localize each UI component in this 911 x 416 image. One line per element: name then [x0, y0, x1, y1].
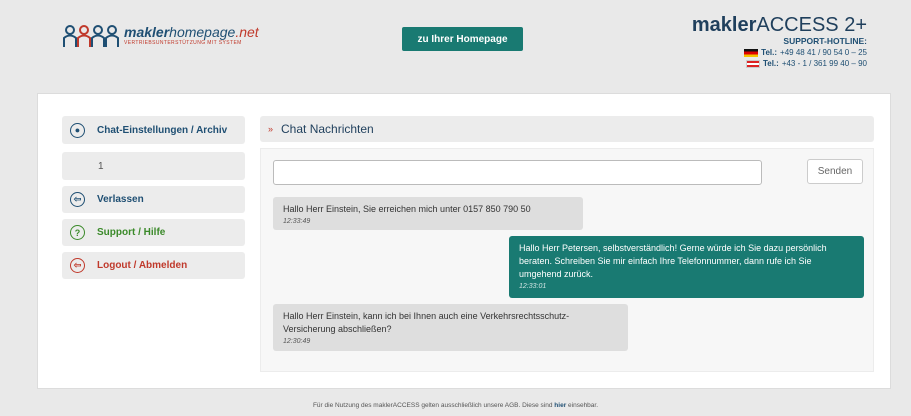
logo-people-icon	[63, 25, 119, 47]
message-incoming: Hallo Herr Einstein, Sie erreichen mich …	[273, 197, 583, 230]
logo-name: maklerhomepage.net	[124, 25, 259, 40]
chat-counter: 1	[62, 152, 245, 180]
logo-name-tld: .net	[235, 24, 259, 40]
tel-austria: Tel.: +43 - 1 / 361 99 40 – 90	[692, 58, 867, 69]
message-text: Hallo Herr Einstein, kann ich bei Ihnen …	[283, 311, 570, 334]
footer-notice: Für die Nutzung des maklerACCESS gelten …	[0, 402, 911, 409]
header: maklerhomepage.net VERTRIEBSUNTERSTÜTZUN…	[0, 0, 911, 86]
chat-counter-value: 1	[98, 160, 104, 172]
chat-area: Senden Hallo Herr Einstein, Sie erreiche…	[260, 148, 874, 372]
brand-title-bold: makler	[691, 14, 757, 36]
chat-header: » Chat Nachrichten	[260, 116, 874, 142]
tel-label-de: Tel.:	[761, 48, 778, 57]
footer-text-before: Für die Nutzung des maklerACCESS gelten …	[312, 402, 555, 409]
send-button[interactable]: Senden	[807, 159, 863, 184]
support-hotline-label: SUPPORT-HOTLINE:	[783, 36, 867, 46]
logo-tagline: VERTRIEBSUNTERSTÜTZUNG MIT SYSTEM	[124, 40, 242, 46]
brand-block: maklerACCESS 2+ SUPPORT-HOTLINE: Tel.: +…	[692, 14, 867, 69]
tel-number-de[interactable]: +49 48 41 / 90 54 0 – 25	[780, 47, 867, 58]
double-arrow-icon: »	[268, 124, 274, 134]
message-text: Hallo Herr Petersen, selbstverständlich!…	[519, 243, 827, 279]
sidebar-item-label: Logout / Abmelden	[97, 260, 188, 271]
logo-text: maklerhomepage.net VERTRIEBSUNTERSTÜTZUN…	[124, 25, 259, 47]
main-panel: ● Chat-Einstellungen / Archiv 1 ⇦ Verlas…	[37, 93, 891, 389]
sidebar-item-support[interactable]: ? Support / Hilfe	[62, 219, 245, 246]
chat-settings-label: Chat-Einstellungen / Archiv	[97, 124, 228, 136]
logo[interactable]: maklerhomepage.net VERTRIEBSUNTERSTÜTZUN…	[62, 24, 259, 48]
brand-title-rest: ACCESS 2+	[756, 14, 867, 36]
logo-name-rest: homepage	[169, 24, 236, 40]
homepage-button[interactable]: zu Ihrer Homepage	[402, 27, 523, 51]
sidebar-item-label: Support / Hilfe	[97, 227, 166, 238]
tel-number-at[interactable]: +43 - 1 / 361 99 40 – 90	[782, 58, 867, 69]
chat-bubbles-icon: ●	[70, 122, 85, 138]
help-icon: ?	[70, 225, 85, 240]
logo-name-bold: makler	[124, 24, 170, 40]
brand-title: maklerACCESS 2+	[692, 14, 867, 36]
chat-title: Chat Nachrichten	[281, 122, 374, 136]
message-incoming: Hallo Herr Einstein, kann ich bei Ihnen …	[273, 304, 628, 351]
agb-link[interactable]: hier	[554, 402, 566, 409]
message-time: 12:33:01	[519, 283, 547, 290]
exit-icon: ⇦	[70, 192, 85, 207]
austria-flag-icon	[745, 59, 760, 68]
tel-label-at: Tel.:	[762, 59, 779, 68]
tel-germany: Tel.: +49 48 41 / 90 54 0 – 25	[692, 47, 867, 58]
sidebar-item-verlassen[interactable]: ⇦ Verlassen	[62, 186, 245, 213]
message-outgoing: Hallo Herr Petersen, selbstverständlich!…	[509, 236, 864, 298]
sidebar: ● Chat-Einstellungen / Archiv 1 ⇦ Verlas…	[62, 116, 245, 285]
message-time: 12:30:49	[283, 338, 311, 345]
chat-settings-archive[interactable]: ● Chat-Einstellungen / Archiv	[62, 116, 245, 144]
sidebar-item-logout[interactable]: ⇦ Logout / Abmelden	[62, 252, 245, 279]
logout-icon: ⇦	[70, 258, 85, 273]
message-time: 12:33:49	[283, 218, 311, 225]
message-text: Hallo Herr Einstein, Sie erreichen mich …	[283, 204, 531, 214]
message-input[interactable]	[273, 160, 762, 185]
germany-flag-icon	[744, 48, 759, 57]
sidebar-item-label: Verlassen	[97, 194, 144, 205]
footer-text-after: einsehbar.	[566, 402, 599, 409]
